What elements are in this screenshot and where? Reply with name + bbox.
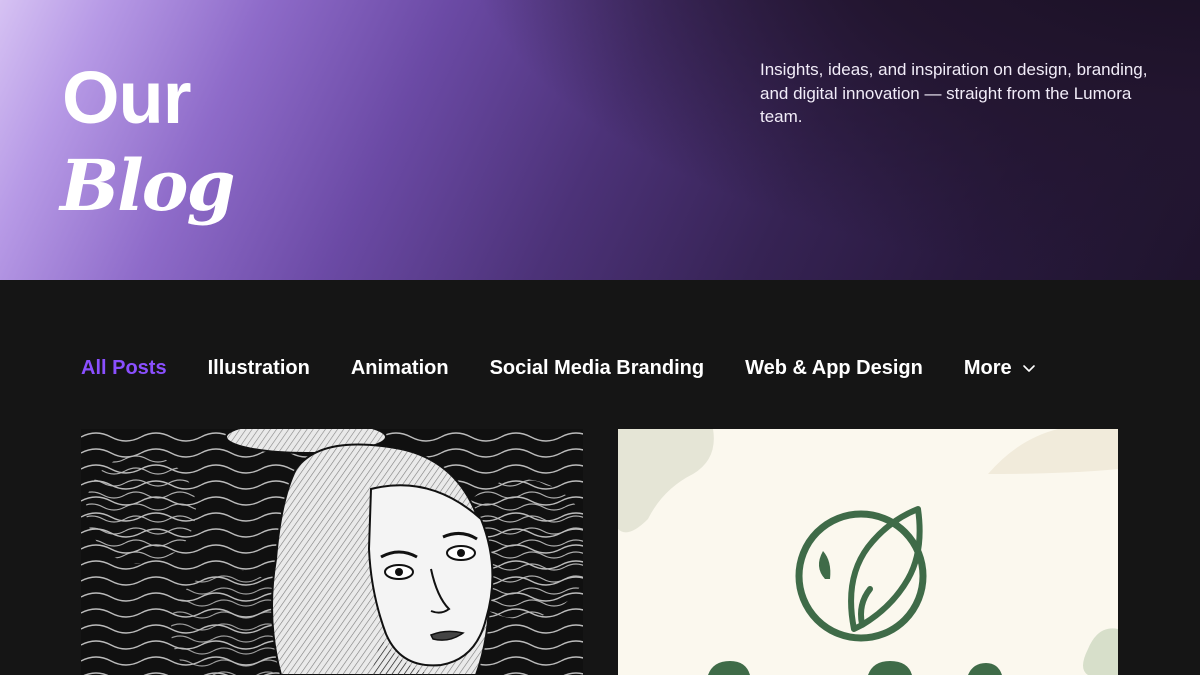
- filter-tab-social-media-branding[interactable]: Social Media Branding: [490, 357, 704, 380]
- filter-more-dropdown[interactable]: More: [964, 357, 1036, 380]
- filter-tab-web-app-design[interactable]: Web & App Design: [745, 357, 923, 380]
- blog-post-card-branding[interactable]: [618, 429, 1118, 675]
- chevron-down-icon: [1022, 365, 1035, 372]
- leaf-logo-branding-image: [618, 429, 1118, 675]
- page-title-line-our: Our: [62, 56, 192, 139]
- filter-tab-animation[interactable]: Animation: [351, 357, 449, 380]
- filter-more-label: More: [963, 356, 1012, 379]
- filter-tab-illustration[interactable]: Illustration: [208, 357, 310, 380]
- category-filter-nav: All Posts Illustration Animation Social …: [81, 355, 1036, 381]
- blog-post-card-illustration[interactable]: [81, 429, 583, 675]
- filter-tab-all-posts[interactable]: All Posts: [81, 357, 167, 380]
- blog-hero: Our Blog Insights, ideas, and inspiratio…: [0, 0, 1200, 280]
- engraved-portrait-image: [81, 429, 583, 675]
- hero-description: Insights, ideas, and inspiration on desi…: [760, 60, 1148, 126]
- page-title-line-blog: Blog: [60, 144, 235, 227]
